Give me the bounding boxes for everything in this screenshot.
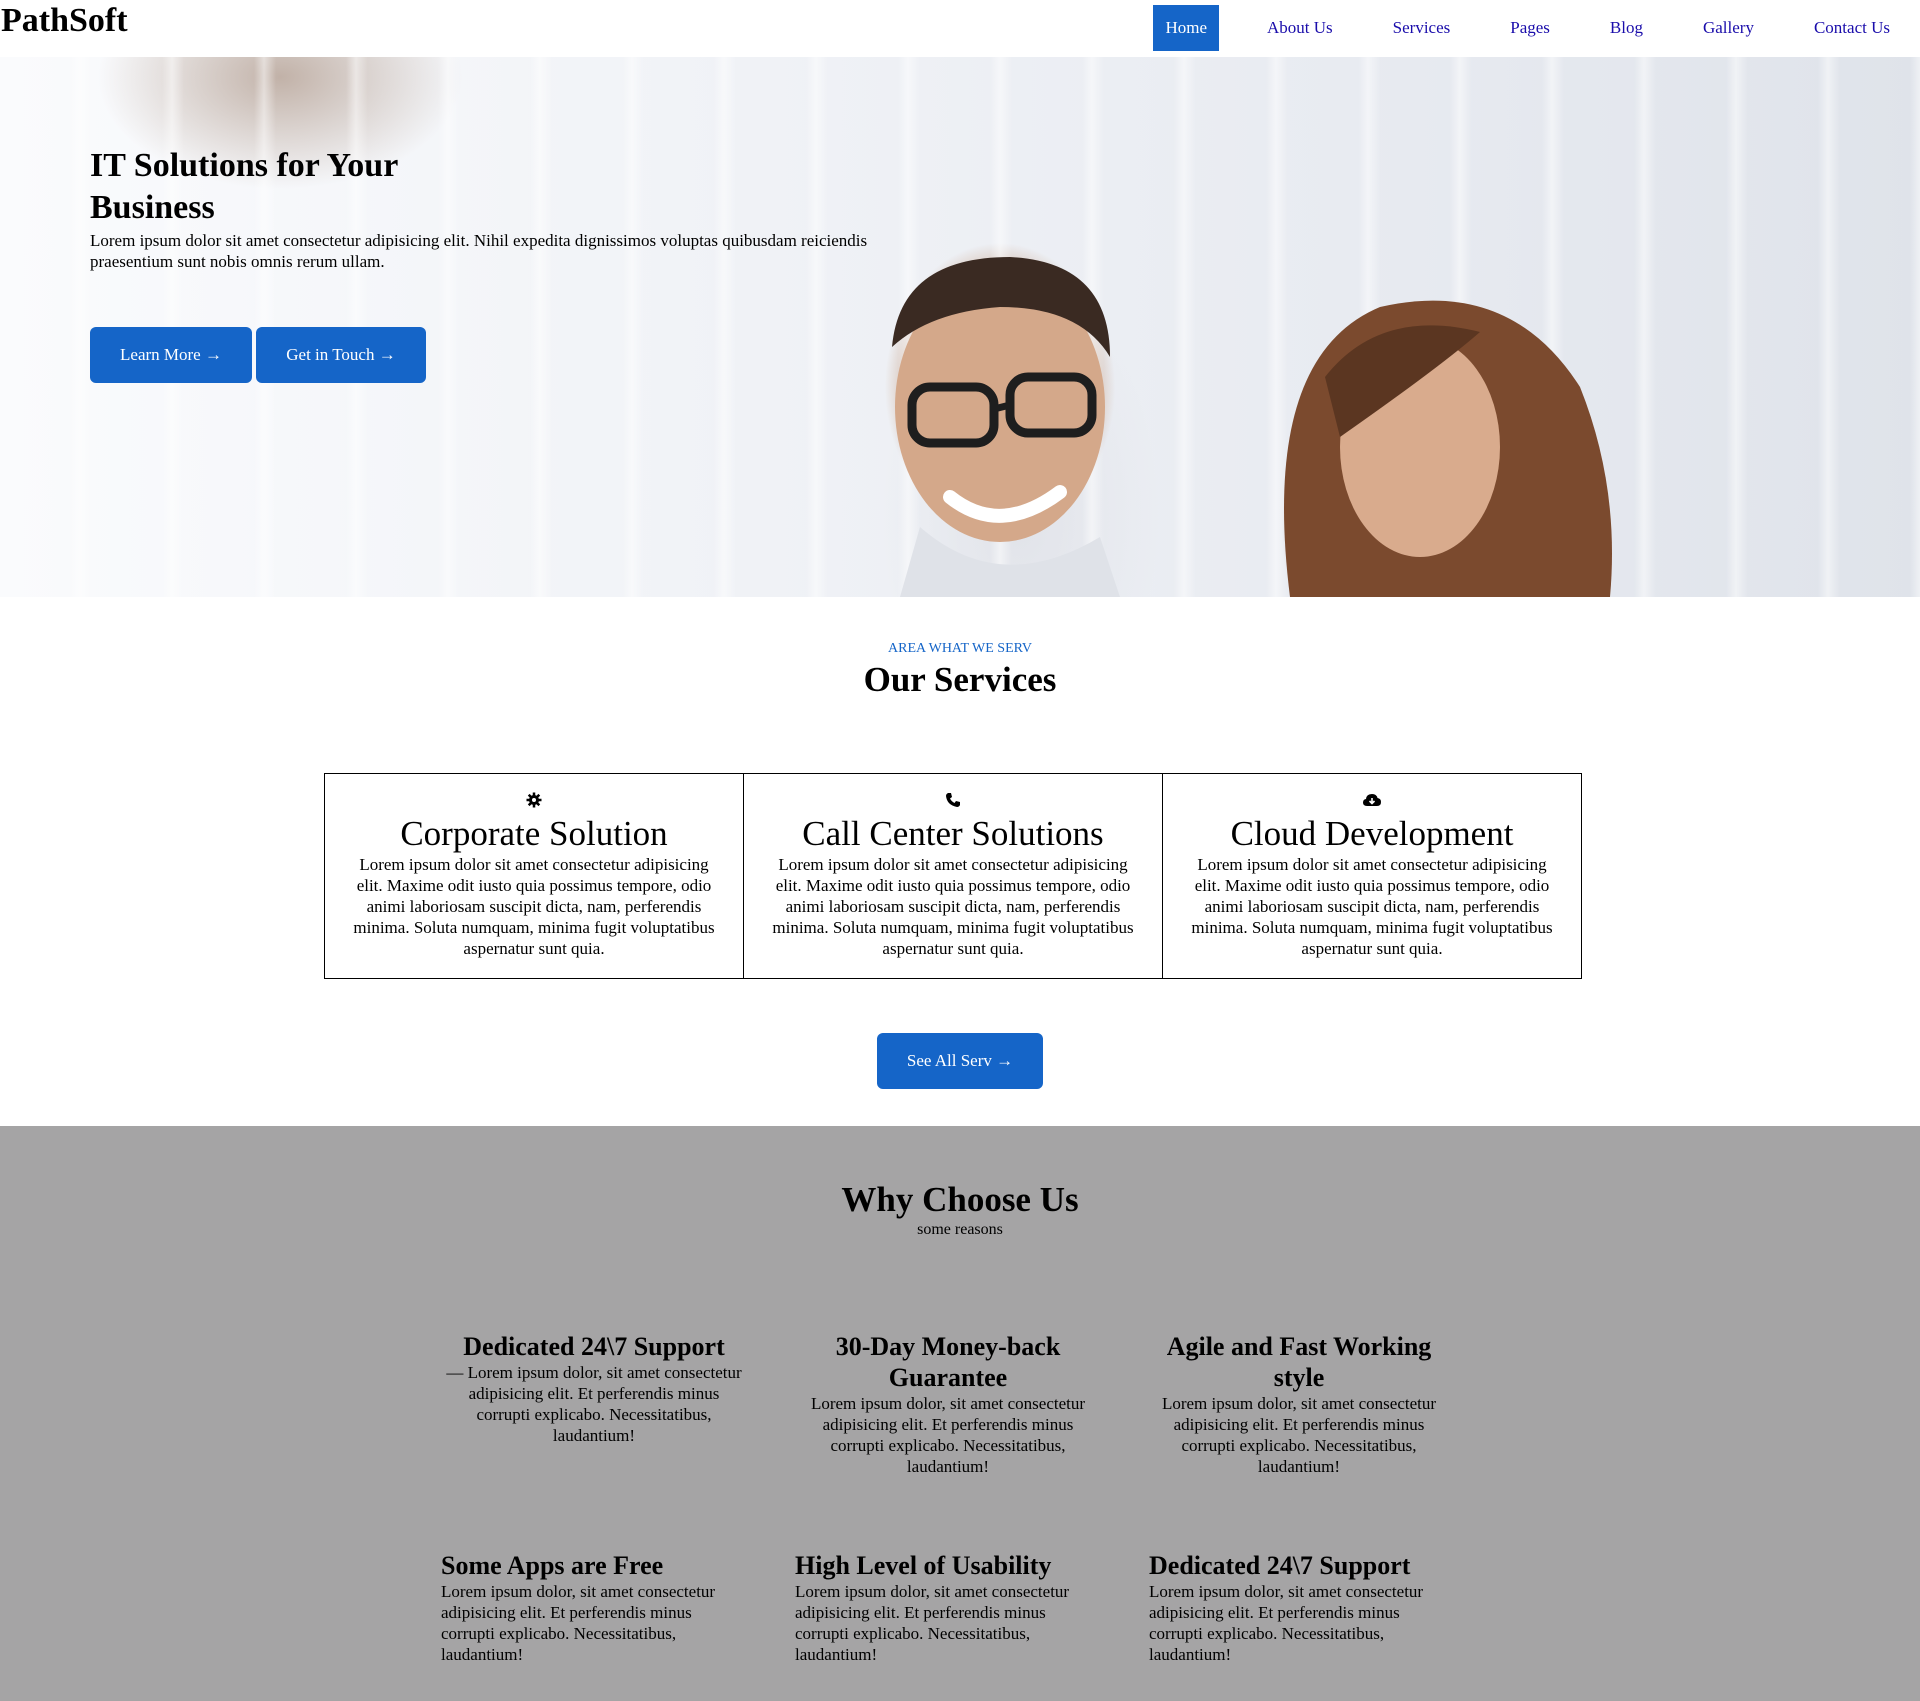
gear-icon	[345, 792, 723, 814]
service-card-title: Call Center Solutions	[802, 814, 1104, 853]
feature-item: Agile and Fast Working style Lorem ipsum…	[1145, 1331, 1453, 1477]
service-card-text: Lorem ipsum dolor sit amet consectetur a…	[1191, 855, 1553, 958]
feature-text: Lorem ipsum dolor, sit amet consectetur …	[810, 1394, 1086, 1476]
feature-text: Lorem ipsum dolor, sit amet consectetur …	[795, 1582, 1070, 1664]
nav-blog[interactable]: Blog	[1580, 5, 1673, 51]
feature-text: Lorem ipsum dolor, sit amet consectetur …	[1149, 1582, 1424, 1664]
nav-pages[interactable]: Pages	[1480, 5, 1580, 51]
feature-title: High Level of Usability	[795, 1551, 1052, 1580]
nav-services[interactable]: Services	[1363, 5, 1481, 51]
service-card[interactable]: Call Center Solutions Lorem ipsum dolor …	[743, 773, 1163, 979]
service-card-title: Corporate Solution	[400, 814, 668, 853]
service-cards: Corporate Solution Lorem ipsum dolor sit…	[324, 773, 1585, 979]
nav-about-us[interactable]: About Us	[1237, 5, 1363, 51]
service-card[interactable]: Corporate Solution Lorem ipsum dolor sit…	[324, 773, 744, 979]
nav-gallery[interactable]: Gallery	[1673, 5, 1784, 51]
feature-item: Some Apps are Free Lorem ipsum dolor, si…	[441, 1550, 749, 1665]
see-all-services-button[interactable]: See All Serv →	[877, 1033, 1043, 1089]
why-title: Why Choose Us	[841, 1180, 1079, 1219]
feature-title: Some Apps are Free	[441, 1551, 664, 1580]
why-choose-us-section: Why Choose Us some reasons Dedicated 24\…	[0, 1126, 1920, 1701]
feature-text: — Lorem ipsum dolor, sit amet consectetu…	[446, 1363, 742, 1445]
learn-more-button[interactable]: Learn More →	[90, 327, 252, 383]
site-header: PathSoft Home About Us Services Pages Bl…	[0, 0, 1920, 57]
hero-title: IT Solutions for Your Business	[90, 147, 398, 226]
service-card[interactable]: Cloud Development Lorem ipsum dolor sit …	[1162, 773, 1582, 979]
phone-icon	[764, 792, 1142, 814]
hero-photo	[892, 257, 1612, 597]
why-subtitle: some reasons	[917, 1221, 1003, 1238]
feature-text: Lorem ipsum dolor, sit amet consectetur …	[1161, 1394, 1437, 1476]
feature-item: 30-Day Money-back Guarantee Lorem ipsum …	[794, 1331, 1102, 1477]
service-card-text: Lorem ipsum dolor sit amet consectetur a…	[353, 855, 715, 958]
services-title: Our Services	[863, 660, 1057, 699]
hero-banner: IT Solutions for Your Business Lorem ips…	[0, 57, 1920, 597]
hero-description: Lorem ipsum dolor sit amet consectetur a…	[90, 231, 868, 271]
get-in-touch-button[interactable]: Get in Touch →	[256, 327, 426, 383]
feature-item: High Level of Usability Lorem ipsum dolo…	[795, 1550, 1103, 1665]
service-card-title: Cloud Development	[1230, 814, 1514, 853]
site-logo[interactable]: PathSoft	[1, 0, 128, 42]
feature-title: 30-Day Money-back Guarantee	[835, 1332, 1061, 1392]
feature-text: Lorem ipsum dolor, sit amet consectetur …	[441, 1582, 716, 1664]
main-nav: Home About Us Services Pages Blog Galler…	[1153, 5, 1920, 51]
nav-home[interactable]: Home	[1153, 5, 1219, 51]
feature-title: Dedicated 24\7 Support	[1149, 1551, 1411, 1580]
feature-title: Dedicated 24\7 Support	[463, 1332, 725, 1361]
cloud-download-icon	[1183, 792, 1561, 814]
feature-item: Dedicated 24\7 Support Lorem ipsum dolor…	[1149, 1550, 1457, 1665]
services-eyebrow: AREA WHAT WE SERV	[888, 641, 1032, 656]
nav-contact-us[interactable]: Contact Us	[1784, 5, 1920, 51]
feature-item: Dedicated 24\7 Support — Lorem ipsum dol…	[440, 1331, 748, 1446]
feature-title: Agile and Fast Working style	[1166, 1332, 1432, 1392]
service-card-text: Lorem ipsum dolor sit amet consectetur a…	[772, 855, 1134, 958]
